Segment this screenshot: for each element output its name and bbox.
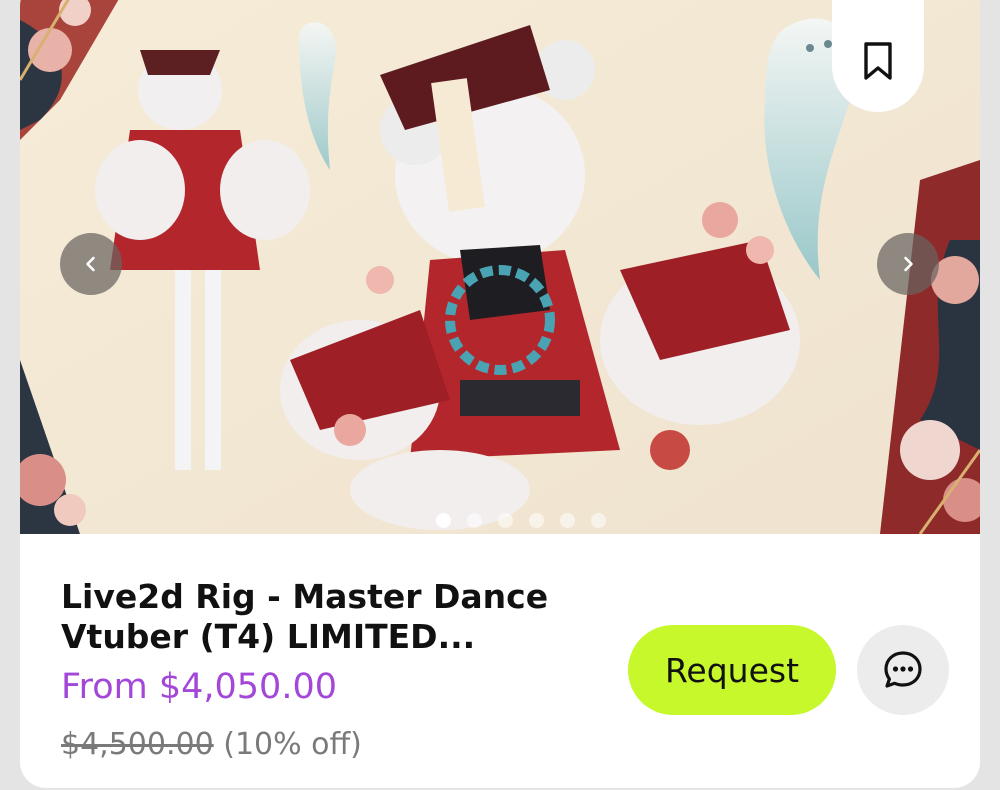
listing-card: Live2d Rig - Master Dance Vtuber (T4) LI… <box>20 0 980 788</box>
carousel-dot[interactable] <box>529 513 544 528</box>
carousel-indicators <box>20 513 980 528</box>
price-prefix: From <box>61 667 148 707</box>
discount-label: (10% off) <box>223 727 362 762</box>
carousel-dot[interactable] <box>591 513 606 528</box>
listing-title-line2: Vtuber (T4) LIMITED... <box>61 617 476 656</box>
listing-title-line1: Live2d Rig - Master Dance <box>61 577 549 616</box>
chevron-left-icon <box>86 256 95 272</box>
carousel-dot[interactable] <box>467 513 482 528</box>
bookmark-icon <box>864 42 892 80</box>
carousel-next-button[interactable] <box>877 233 939 295</box>
carousel-prev-button[interactable] <box>60 233 122 295</box>
price: From $4,050.00 <box>61 667 337 707</box>
chat-button[interactable] <box>857 625 949 715</box>
bookmark-button[interactable] <box>832 0 924 112</box>
carousel[interactable] <box>20 0 980 534</box>
listing-title[interactable]: Live2d Rig - Master Dance Vtuber (T4) LI… <box>61 577 581 657</box>
price-value: $4,050.00 <box>158 667 337 707</box>
original-price: $4,500.00 <box>61 727 214 762</box>
carousel-dot[interactable] <box>436 513 451 528</box>
carousel-dot[interactable] <box>498 513 513 528</box>
chat-bubble-icon <box>884 651 922 688</box>
request-button[interactable]: Request <box>628 625 836 715</box>
chevron-right-icon <box>904 256 913 272</box>
original-price-row: $4,500.00 (10% off) <box>61 727 362 762</box>
carousel-dot[interactable] <box>560 513 575 528</box>
